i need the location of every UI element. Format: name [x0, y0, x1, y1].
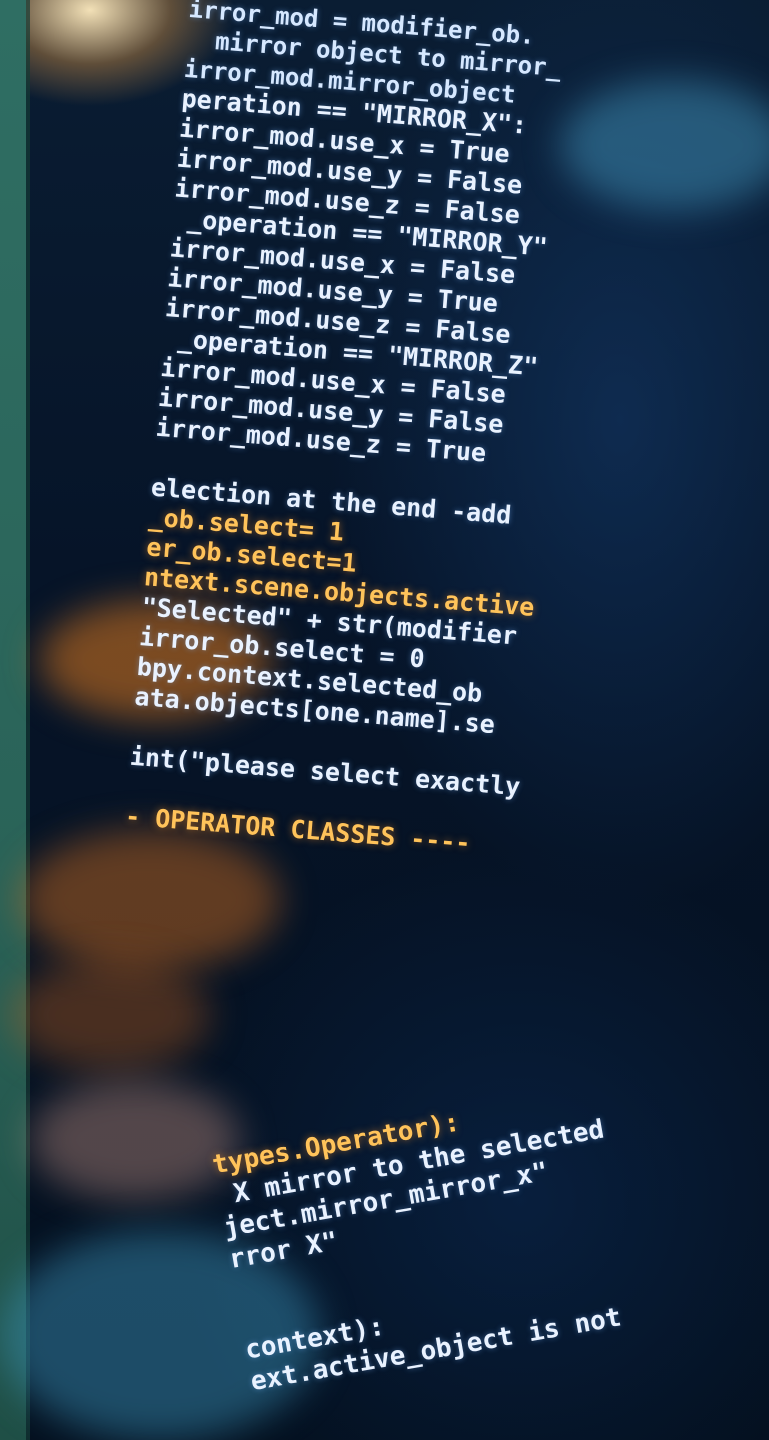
blur-glow-peach [30, 1080, 240, 1200]
code-listing-bottom: types.Operator): X mirror to the selecte… [210, 1042, 769, 1398]
blur-glow-orange [20, 830, 280, 970]
code-listing-top: irror_mod = modifier_ob. mirror object t… [124, 0, 769, 880]
slide-accent-edge [26, 0, 30, 1440]
blur-glow-orange [10, 960, 210, 1070]
slide-accent-bar [0, 0, 26, 1440]
code-photo-background: irror_mod = modifier_ob. mirror object t… [0, 0, 769, 1440]
